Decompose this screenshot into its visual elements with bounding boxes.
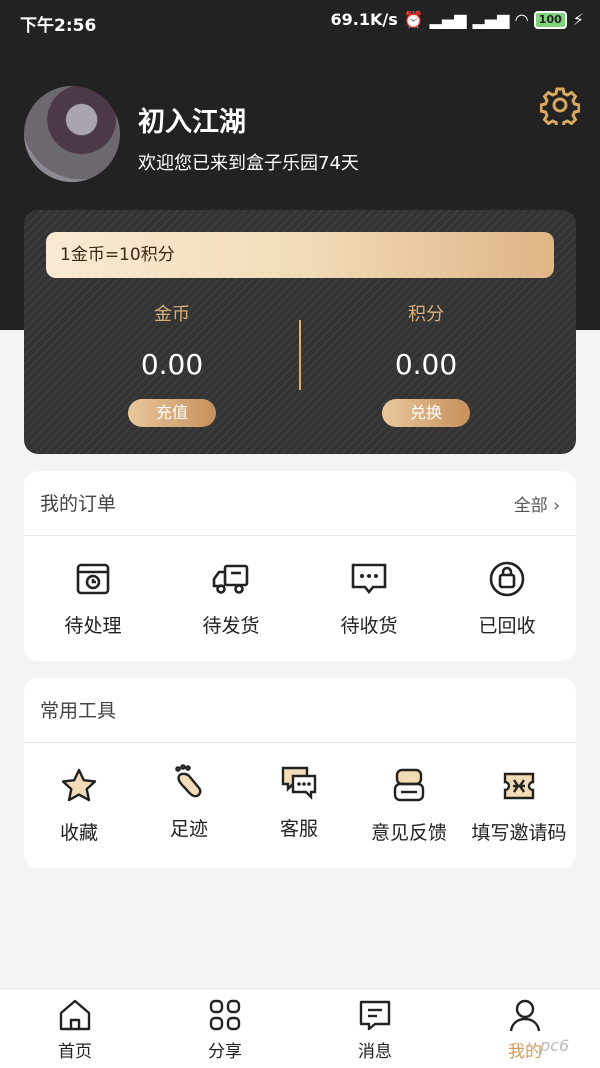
coins-section: 金币 0.00 充值 [72,300,272,427]
tools-card: 常用工具 收藏 足迹 客服 意见反馈 填写邀请码 [24,678,576,868]
username: 初入江湖 [138,107,246,138]
coins-label: 金币 [154,304,190,325]
points-value: 0.00 [394,348,458,381]
recycled-bag-icon [489,561,525,597]
tool-invite-code-label: 填写邀请码 [471,822,567,844]
order-to-receive[interactable]: 待收货 [314,559,424,638]
order-recycled[interactable]: 已回收 [452,559,562,638]
exchange-button[interactable]: 兑换 [382,399,470,427]
tab-share[interactable]: 分享 [175,997,275,1062]
order-to-ship[interactable]: 待发货 [176,559,286,638]
tab-home-label: 首页 [58,1042,92,1062]
tool-customer-service-label: 客服 [279,818,318,840]
signal-icon: ▂▄▆ [429,10,467,29]
order-recycled-label: 已回收 [478,615,536,637]
battery-icon: 100 [533,10,567,29]
divider [24,742,576,743]
signal-hd-icon: ▂▄▆ [472,10,510,29]
tab-messages-label: 消息 [358,1042,392,1062]
recharge-button[interactable]: 充值 [128,399,216,427]
order-pending-label: 待处理 [64,615,122,637]
divider [24,535,576,536]
wallet-divider [299,320,301,390]
orders-card: 我的订单 全部 › 待处理 待发货 待收货 已回收 [24,471,576,661]
charging-icon: ⚡ [572,10,584,29]
grid-icon [209,999,241,1031]
status-bar: 下午2:56 69.1K/s ⏰ ▂▄▆ ▂▄▆ ◠ 100 ⚡ [0,0,600,44]
all-orders-link[interactable]: 全部 › [514,491,560,516]
order-to-ship-label: 待发货 [202,615,260,637]
star-icon [61,768,97,802]
network-speed: 69.1K/s [330,10,398,29]
message-icon [351,563,387,595]
tool-favorites[interactable]: 收藏 [24,766,134,845]
tool-footprints[interactable]: 足迹 [134,762,244,841]
order-to-receive-label: 待收货 [340,615,398,637]
invite-code-icon [503,772,535,800]
watermark-logo: pc6 [540,1036,570,1055]
home-icon [59,999,91,1031]
tab-home[interactable]: 首页 [25,997,125,1062]
points-label: 积分 [408,304,444,325]
tools-title: 常用工具 [40,700,117,722]
exchange-rate-banner: 1金币=10积分 [46,232,554,278]
chat-icon [359,1000,391,1031]
wallet-card: 1金币=10积分 金币 0.00 充值 积分 0.00 兑换 [24,210,576,454]
tool-feedback-label: 意见反馈 [370,822,447,844]
status-time: 下午2:56 [20,16,97,36]
tab-share-label: 分享 [208,1042,242,1062]
user-icon [509,999,541,1032]
truck-icon [212,564,249,594]
tool-customer-service[interactable]: 客服 [244,762,354,841]
tool-favorites-label: 收藏 [59,822,98,844]
avatar[interactable] [24,86,120,182]
tool-invite-code[interactable]: 填写邀请码 [464,766,574,845]
alarm-icon: ⏰ [403,10,424,29]
feedback-icon [393,768,425,802]
tool-footprints-label: 足迹 [169,818,208,840]
orders-title: 我的订单 [40,493,117,515]
footprint-icon [175,764,202,798]
welcome-text: 欢迎您已来到盒子乐园74天 [138,153,359,174]
coins-value: 0.00 [140,348,204,381]
pending-icon [76,563,110,595]
tool-feedback[interactable]: 意见反馈 [354,766,464,845]
order-pending[interactable]: 待处理 [38,559,148,638]
tab-messages[interactable]: 消息 [325,997,425,1062]
settings-gear-icon[interactable] [540,85,580,125]
bottom-tab-bar: 首页 分享 消息 我的 [0,988,600,1068]
status-icons: 69.1K/s ⏰ ▂▄▆ ▂▄▆ ◠ 100 ⚡ [330,10,584,29]
wifi-icon: ◠ [515,10,528,29]
points-section: 积分 0.00 兑换 [326,300,526,427]
customer-service-icon [281,766,317,800]
